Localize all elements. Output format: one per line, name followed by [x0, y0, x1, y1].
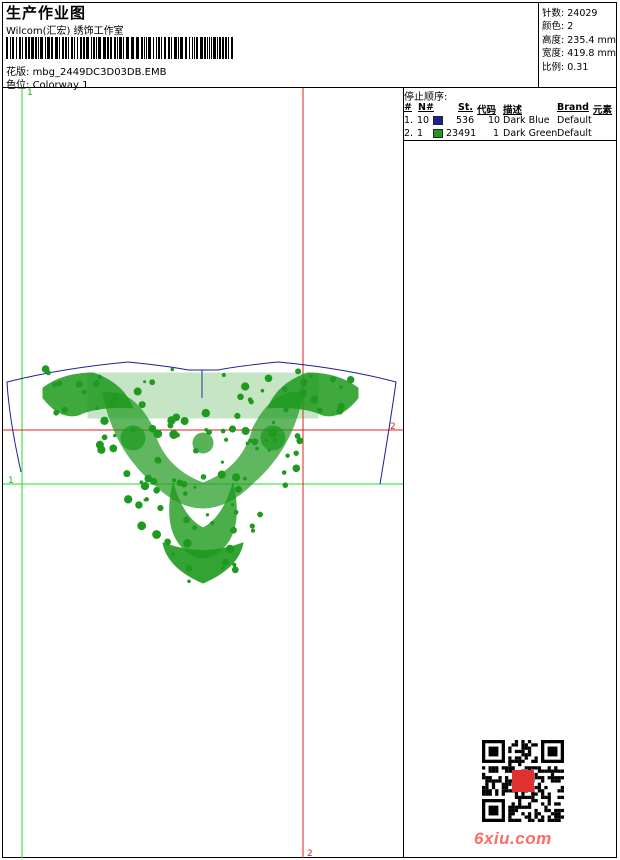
table-row: 1. 10 536 10 Dark Blue Default — [404, 115, 592, 126]
color-swatch — [433, 116, 443, 125]
stop-table-header: # N# St. 代码 描述 Brand 元素 — [404, 102, 618, 116]
design-scale: 比例: 0.31 — [542, 62, 589, 73]
barcode — [6, 37, 233, 59]
company-name: Wilcom(汇宏) 绣饰工作室 — [6, 26, 124, 37]
panel-divider — [403, 87, 404, 858]
col-code: 代码 — [477, 105, 497, 116]
embroidery-motif — [41, 365, 359, 584]
table-bottom-rule — [403, 140, 617, 141]
qr-code — [482, 740, 564, 822]
design-width: 宽度: 419.8 mm — [542, 48, 616, 59]
guide-label-green-h: 1 — [8, 476, 14, 486]
design-height: 高度: 235.4 mm — [542, 35, 616, 46]
design-info-box: 针数: 24029 颜色: 2 高度: 235.4 mm 宽度: 419.8 m… — [538, 2, 618, 88]
stitch-count: 针数: 24029 — [542, 8, 598, 19]
guide-label-red-v: 2 — [307, 849, 313, 858]
col-description: 描述 — [503, 105, 523, 116]
page-title: 生产作业图 — [6, 4, 87, 22]
guide-label-green-v: 1 — [27, 88, 33, 98]
col-brand: Brand — [557, 102, 589, 113]
col-needle: N# — [418, 102, 434, 113]
color-count: 颜色: 2 — [542, 21, 574, 32]
color-swatch — [433, 129, 443, 138]
col-stitches: St. — [458, 102, 473, 113]
col-element: 元素 — [593, 105, 613, 116]
stop-sequence-title: 停止顺序: — [404, 92, 448, 103]
embroidery-preview: 1 1 2 2 — [3, 88, 403, 858]
table-row: 2. 1 23491 1 Dark Green Default — [404, 128, 592, 139]
guide-label-red-h: 2 — [390, 422, 396, 432]
watermark-logo: 6xiu.com — [474, 829, 552, 848]
col-index: # — [404, 102, 412, 113]
